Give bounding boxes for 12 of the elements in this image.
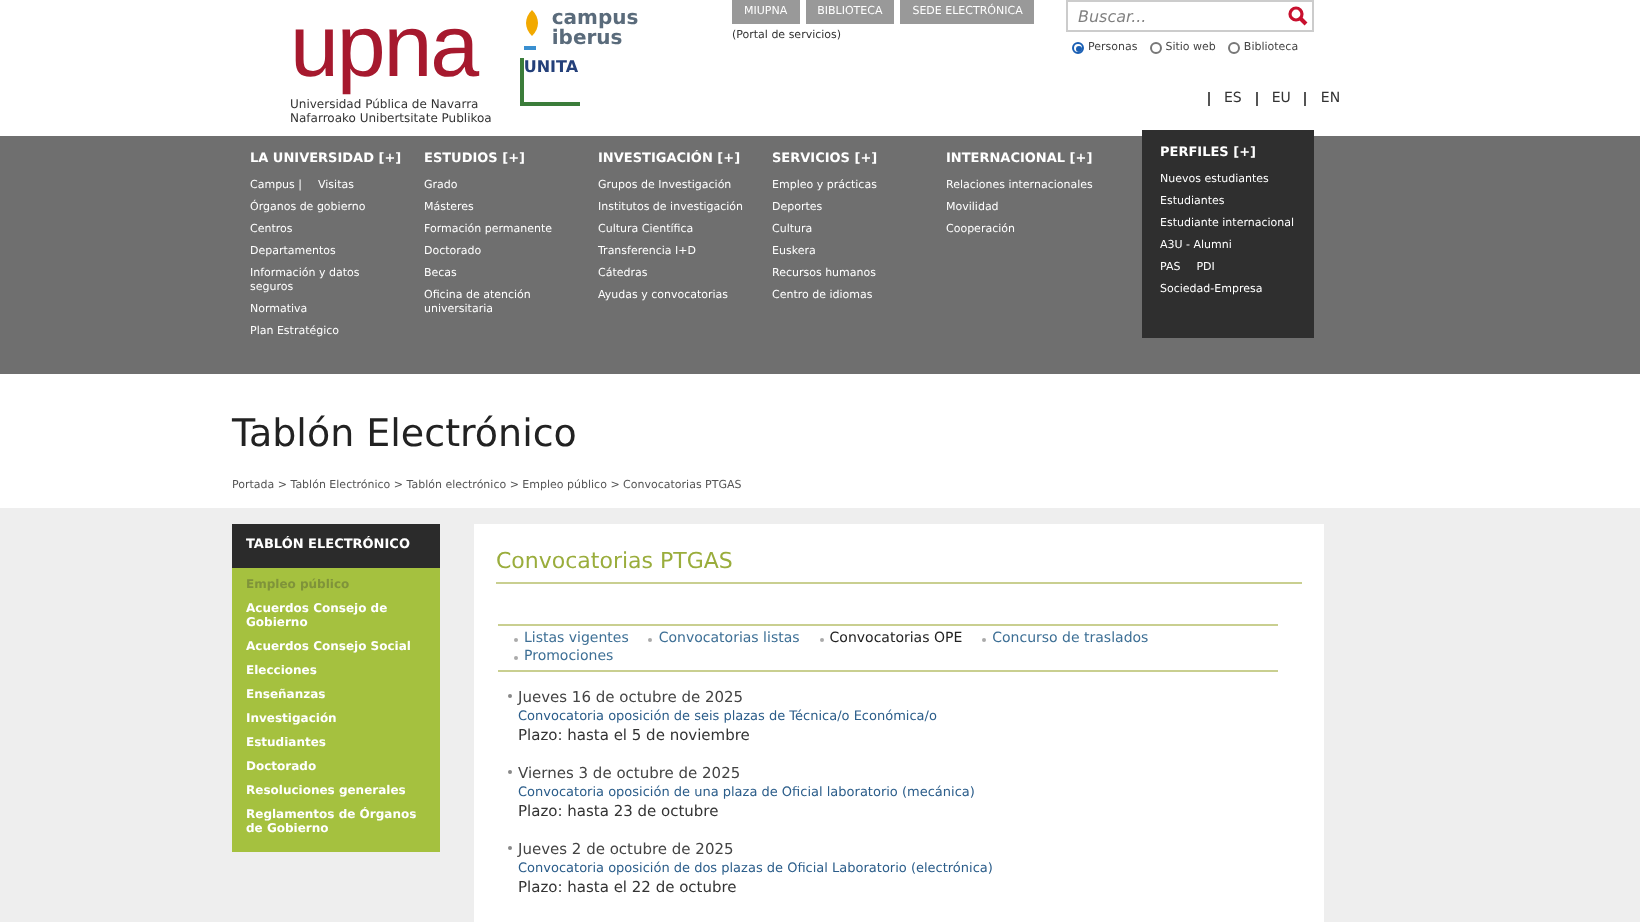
radio-button[interactable] [1227,42,1240,55]
campus-logo-text[interactable]: iberus [551,30,639,50]
campus-logo-text[interactable]: campus [551,10,639,30]
unita-logo[interactable]: UNITA [519,58,580,106]
flame-icon [519,8,544,52]
search-icon[interactable] [1288,6,1308,26]
section-title: Convocatorias PTGAS [496,548,1302,584]
search-field[interactable]: Buscar... [1066,0,1314,32]
page-title: Tablón Electrónico [232,410,579,458]
radio-button[interactable] [1072,42,1084,55]
radio-button[interactable] [1149,42,1162,55]
upna-logo[interactable]: upna [290,4,492,92]
